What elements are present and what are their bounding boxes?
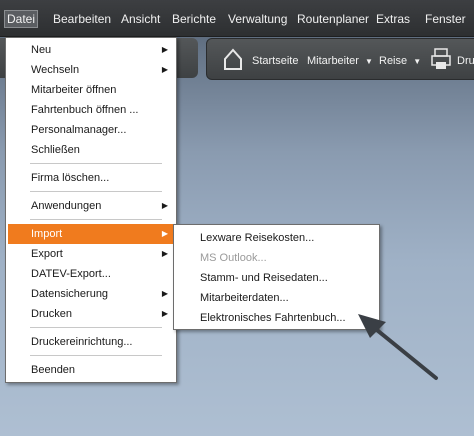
menu-item-datensicherung[interactable]: Datensicherung ▶ [8, 284, 174, 304]
file-menu: Neu ▶ Wechseln ▶ Mitarbeiter öffnen Fahr… [5, 37, 177, 383]
submenu-item-mitarbeiterdaten[interactable]: Mitarbeiterdaten... [176, 288, 376, 308]
menu-item-drucken[interactable]: Drucken ▶ [8, 304, 174, 324]
import-submenu: Lexware Reisekosten... MS Outlook... Sta… [173, 224, 380, 330]
menu-routenplaner[interactable]: Routenplaner [295, 11, 371, 27]
menu-item-beenden[interactable]: Beenden [8, 360, 174, 380]
menu-item-export[interactable]: Export ▶ [8, 244, 174, 264]
submenu-item-stamm-reisedaten[interactable]: Stamm- und Reisedaten... [176, 268, 376, 288]
toolbar-drucken[interactable]: Dru [457, 55, 474, 67]
toolbar-reise[interactable]: Reise ▼ [379, 55, 421, 67]
triangle-right-icon: ▶ [161, 309, 168, 318]
submenu-item-lexware-reisekosten[interactable]: Lexware Reisekosten... [176, 228, 376, 248]
menu-item-druckereinrichtung[interactable]: Druckereinrichtung... [8, 332, 174, 352]
menu-item-wechseln[interactable]: Wechseln ▶ [8, 60, 174, 80]
home-icon[interactable] [221, 47, 245, 71]
menu-fenster[interactable]: Fenster [423, 11, 468, 27]
menu-datei[interactable]: Datei [4, 10, 39, 28]
annotation-arrow-icon [358, 314, 438, 380]
menu-bar: Datei Bearbeiten Ansicht Berichte Verwal… [0, 0, 474, 37]
triangle-right-icon: ▶ [161, 65, 168, 74]
menu-separator [30, 163, 162, 164]
toolbar-mitarbeiter[interactable]: Mitarbeiter ▼ [307, 55, 373, 67]
menu-item-firma-loeschen[interactable]: Firma löschen... [8, 168, 174, 188]
submenu-item-elektronisches-fahrtenbuch[interactable]: Elektronisches Fahrtenbuch... [176, 308, 376, 328]
menu-item-import[interactable]: Import ▶ [8, 224, 174, 244]
triangle-right-icon: ▶ [161, 249, 168, 258]
caret-down-icon: ▼ [413, 57, 422, 66]
menu-item-personalmanager[interactable]: Personalmanager... [8, 120, 174, 140]
menu-item-mitarbeiter-oeffnen[interactable]: Mitarbeiter öffnen [8, 80, 174, 100]
menu-ansicht[interactable]: Ansicht [119, 11, 162, 27]
printer-icon[interactable] [429, 47, 453, 71]
menu-berichte[interactable]: Berichte [170, 11, 218, 27]
menu-separator [30, 327, 162, 328]
menu-verwaltung[interactable]: Verwaltung [226, 11, 289, 27]
menu-item-neu[interactable]: Neu ▶ [8, 40, 174, 60]
toolbar: Startseite Mitarbeiter ▼ Reise ▼ Dru [206, 38, 474, 80]
menu-item-fahrtenbuch-oeffnen[interactable]: Fahrtenbuch öffnen ... [8, 100, 174, 120]
menu-item-datev-export[interactable]: DATEV-Export... [8, 264, 174, 284]
triangle-right-icon: ▶ [161, 45, 168, 54]
triangle-right-icon: ▶ [161, 289, 168, 298]
triangle-right-icon: ▶ [161, 229, 168, 238]
menu-bearbeiten[interactable]: Bearbeiten [51, 11, 113, 27]
toolbar-startseite[interactable]: Startseite [252, 55, 298, 67]
menu-item-anwendungen[interactable]: Anwendungen ▶ [8, 196, 174, 216]
menu-separator [30, 219, 162, 220]
triangle-right-icon: ▶ [161, 201, 168, 210]
menu-item-schliessen[interactable]: Schließen [8, 140, 174, 160]
menu-extras[interactable]: Extras [374, 11, 412, 27]
menu-separator [30, 191, 162, 192]
caret-down-icon: ▼ [365, 57, 373, 66]
submenu-item-ms-outlook: MS Outlook... [200, 252, 267, 264]
menu-separator [30, 355, 162, 356]
